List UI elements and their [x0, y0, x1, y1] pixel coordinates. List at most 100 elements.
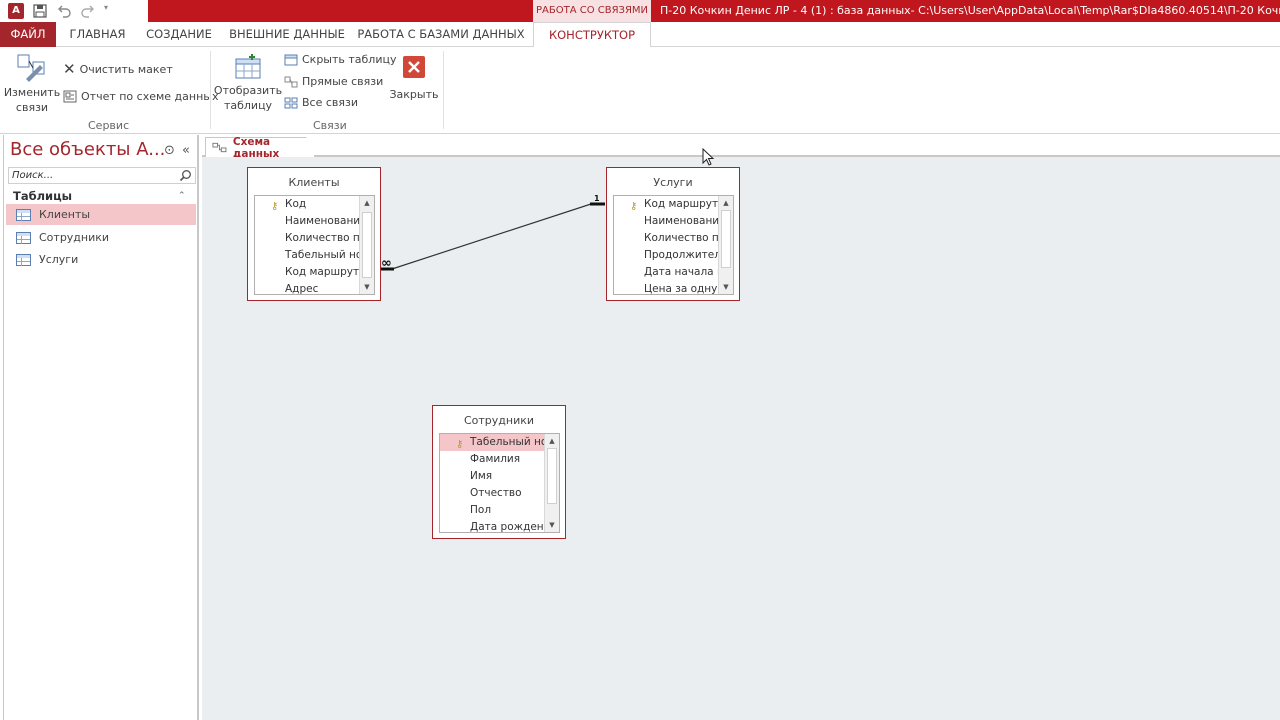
edit-relationships-button[interactable]: Изменить связи [3, 53, 61, 115]
direct-relationships-label: Прямые связи [302, 75, 384, 88]
nav-dropdown-icon[interactable]: ⊙ [164, 143, 175, 158]
scroll-down-icon[interactable]: ▼ [719, 280, 733, 294]
nav-item-staff[interactable]: Сотрудники [6, 227, 196, 248]
field-row[interactable]: Количество пр [255, 230, 361, 247]
chevron-up-icon[interactable]: ⌃ [178, 187, 186, 205]
vertical-scrollbar[interactable]: ▲ ▼ [718, 196, 733, 294]
collapse-pane-icon[interactable]: « [182, 143, 190, 158]
field-list[interactable]: ⚷ Код Наименование Количество пр Табельны… [254, 195, 375, 295]
field-name: Дата рождения [470, 521, 546, 533]
nav-pane-title[interactable]: Все объекты A... [10, 139, 165, 160]
clear-layout-button[interactable]: ✕ Очистить макет [63, 60, 173, 78]
table-window-clients[interactable]: Клиенты ⚷ Код Наименование Количество пр … [247, 167, 381, 301]
scroll-up-icon[interactable]: ▲ [545, 434, 559, 448]
tab-external-data[interactable]: ВНЕШНИЕ ДАННЫЕ [226, 22, 348, 47]
direct-relationships-button[interactable]: Прямые связи [284, 75, 383, 88]
field-row[interactable]: Цена за одну п [614, 281, 720, 294]
vertical-scrollbar[interactable]: ▲ ▼ [359, 196, 374, 294]
field-row[interactable]: Фамилия [440, 451, 546, 468]
field-row[interactable]: Код маршрута [255, 264, 361, 281]
all-relationships-icon [284, 97, 298, 108]
field-name: Имя [470, 470, 493, 482]
hide-table-button[interactable]: Скрыть таблицу [284, 53, 397, 66]
table-window-services[interactable]: Услуги ⚷ Код маршрута Наименование Количе… [606, 167, 740, 301]
table-window-title[interactable]: Клиенты [248, 176, 380, 189]
relationship-report-button[interactable]: Отчет по схеме данных [63, 90, 218, 103]
tab-home[interactable]: ГЛАВНАЯ [60, 22, 135, 47]
tab-design[interactable]: КОНСТРУКТОР [533, 22, 651, 48]
ribbon-separator [443, 51, 444, 129]
scroll-down-icon[interactable]: ▼ [545, 518, 559, 532]
field-name: Количество пут [644, 232, 720, 244]
field-row[interactable]: Количество пут [614, 230, 720, 247]
hide-table-icon [284, 54, 298, 65]
table-window-title[interactable]: Сотрудники [433, 414, 565, 427]
redo-icon[interactable] [80, 3, 96, 19]
scroll-down-icon[interactable]: ▼ [360, 280, 374, 294]
field-row[interactable]: Имя [440, 468, 546, 485]
field-row[interactable]: Пол [440, 502, 546, 519]
field-name: Пол [470, 504, 492, 516]
window-title: П-20 Кочкин Денис ЛР - 4 (1) : база данн… [660, 4, 1280, 17]
clear-layout-label: Очистить макет [79, 62, 173, 76]
field-name: Код маршрута [644, 198, 720, 210]
field-list[interactable]: ⚷Табельный ном Фамилия Имя Отчество Пол … [439, 433, 560, 533]
field-row[interactable]: Дата рождения [440, 519, 546, 533]
relationship-report-label: Отчет по схеме данных [81, 90, 219, 103]
field-row[interactable]: Адрес [255, 281, 361, 294]
field-row[interactable]: Наименование [614, 213, 720, 230]
all-relationships-button[interactable]: Все связи [284, 96, 358, 109]
vertical-scrollbar[interactable]: ▲ ▼ [544, 434, 559, 532]
table-window-title[interactable]: Услуги [607, 176, 739, 189]
customize-toolbar-icon[interactable]: ▾ [104, 3, 112, 19]
tab-database-tools[interactable]: РАБОТА С БАЗАМИ ДАННЫХ [355, 22, 527, 47]
field-row[interactable]: Дата начала ма [614, 264, 720, 281]
nav-item-services[interactable]: Услуги [6, 249, 196, 270]
scrollbar-thumb[interactable] [547, 448, 557, 504]
field-name: Количество пр [285, 232, 361, 244]
field-name: Продолжитель [644, 249, 720, 261]
table-icon [16, 253, 31, 266]
field-row[interactable]: Отчество [440, 485, 546, 502]
navigation-pane: Все объекты A... ⊙ « Поиск... Таблицы ⌃ … [3, 135, 199, 720]
relationships-canvas[interactable]: ∞ 1 Клиенты ⚷ Код Наименование Количество… [202, 148, 1280, 720]
group-label-service: Сервис [88, 119, 130, 132]
field-name: Код маршрута [285, 266, 361, 278]
save-icon[interactable] [32, 3, 48, 19]
scrollbar-thumb[interactable] [721, 210, 731, 268]
field-row[interactable]: Продолжитель [614, 247, 720, 264]
relationships-icon [212, 142, 227, 153]
table-icon [16, 231, 31, 244]
tab-create[interactable]: СОЗДАНИЕ [140, 22, 218, 47]
access-logo-icon: A [8, 3, 24, 19]
show-table-button[interactable]: Отобразить таблицу [214, 53, 282, 113]
table-window-staff[interactable]: Сотрудники ⚷ Табельный ном Фамилия Имя От… [432, 405, 566, 539]
field-row[interactable]: ⚷ Табельный ном [440, 434, 546, 451]
context-tab-group-label: РАБОТА СО СВЯЗЯМИ [533, 0, 651, 22]
primary-key-icon: ⚷ [456, 439, 464, 450]
tab-file[interactable]: ФАЙЛ [0, 22, 56, 47]
search-icon[interactable] [179, 169, 192, 182]
scroll-up-icon[interactable]: ▲ [719, 196, 733, 210]
field-list[interactable]: ⚷ Код маршрута Наименование Количество пу… [613, 195, 734, 295]
nav-search-input[interactable]: Поиск... [8, 167, 196, 184]
undo-icon[interactable] [56, 3, 72, 19]
nav-item-clients[interactable]: Клиенты [6, 204, 196, 225]
scroll-up-icon[interactable]: ▲ [360, 196, 374, 210]
scrollbar-thumb[interactable] [362, 212, 372, 278]
tab-relationships-diagram[interactable]: Схема данных [205, 137, 315, 157]
nav-item-label: Услуги [39, 253, 79, 266]
ribbon-tabs: ФАЙЛ ГЛАВНАЯ СОЗДАНИЕ ВНЕШНИЕ ДАННЫЕ РАБ… [0, 22, 1280, 48]
field-row[interactable]: Наименование [255, 213, 361, 230]
nav-section-tables[interactable]: Таблицы ⌃ [4, 187, 196, 205]
field-row[interactable]: ⚷ Код маршрута [614, 196, 720, 213]
direct-relationships-icon [284, 76, 298, 87]
field-name: Наименование [644, 215, 720, 227]
close-button[interactable]: Закрыть [390, 55, 439, 102]
edit-relationships-label: Изменить связи [3, 86, 61, 114]
nav-item-label: Сотрудники [39, 231, 110, 244]
relationship-line[interactable] [391, 203, 592, 270]
field-row[interactable]: Табельный ном [255, 247, 361, 264]
field-row[interactable]: ⚷ Код [255, 196, 361, 213]
ribbon: Изменить связи ✕ Очистить макет Отчет по… [0, 47, 1280, 134]
